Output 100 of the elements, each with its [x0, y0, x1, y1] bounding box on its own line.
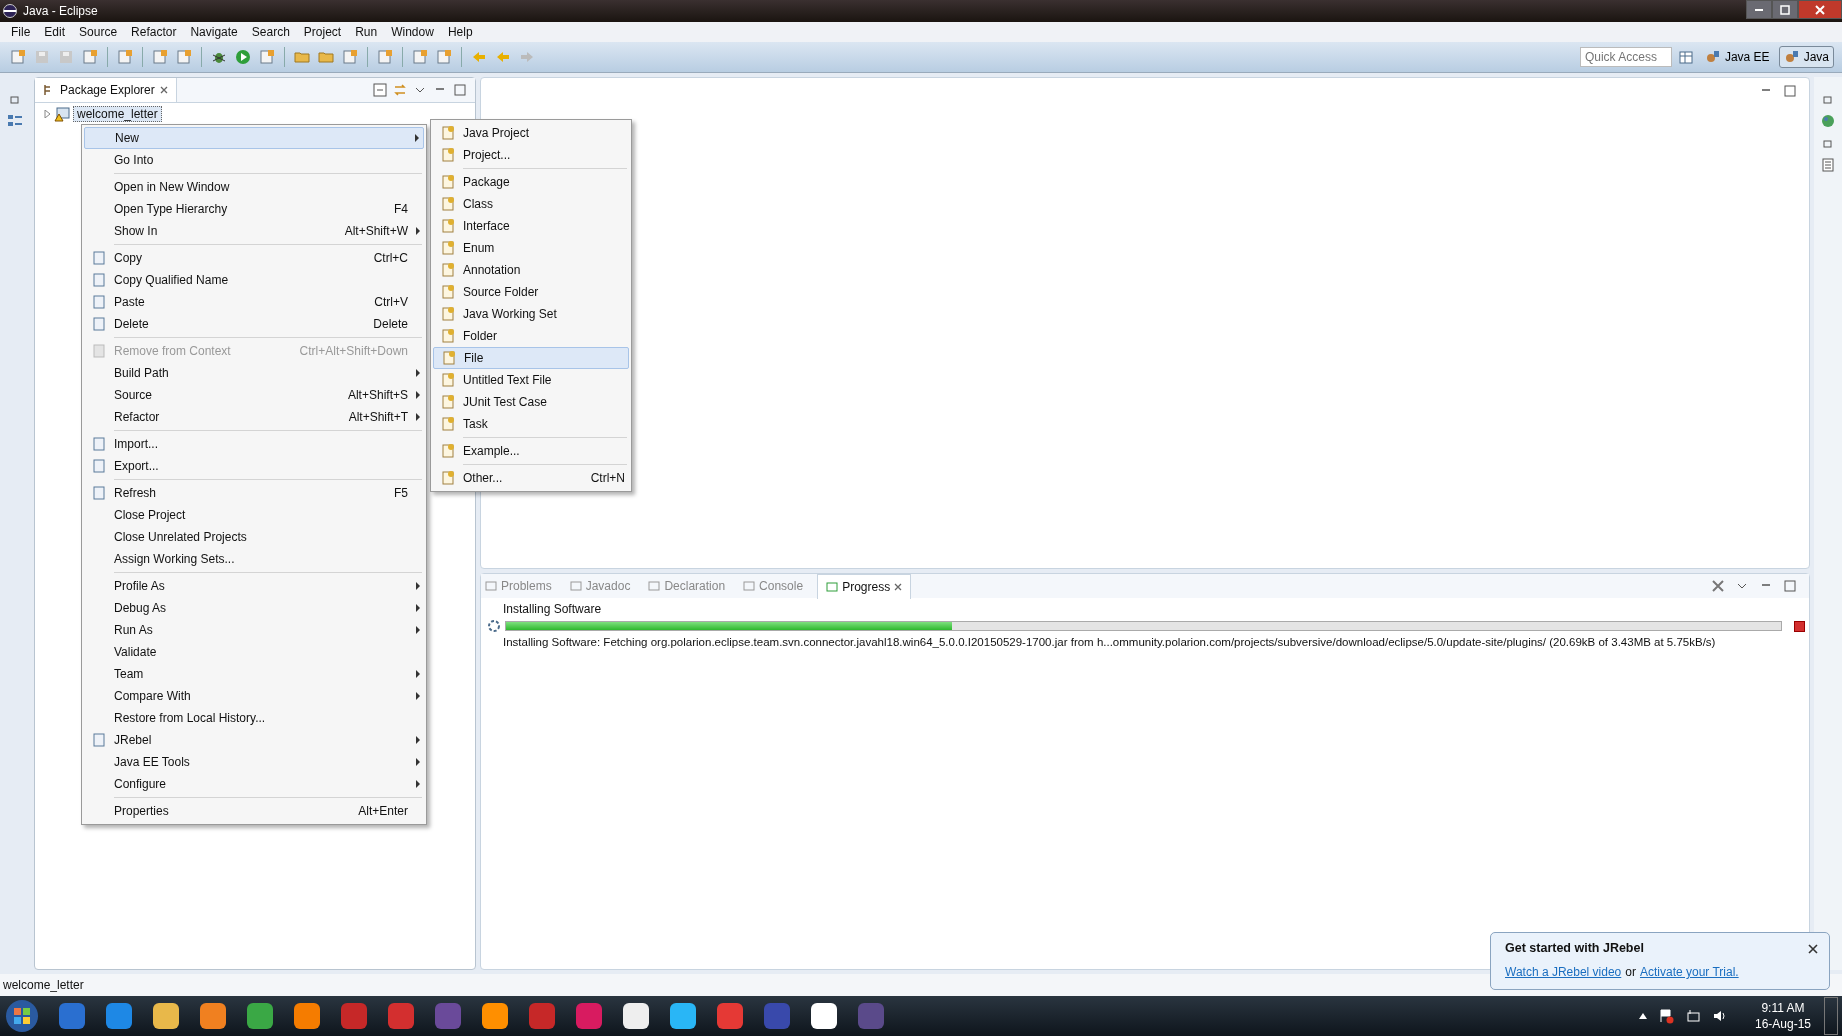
context-menu-item[interactable]: Restore from Local History...	[84, 707, 424, 729]
tree-item[interactable]: welcome_letter	[73, 106, 162, 122]
taskbar-app-icon[interactable]	[668, 1001, 698, 1031]
menu-item[interactable]: Refactor	[124, 25, 184, 39]
context-menu-item[interactable]: Configure	[84, 773, 424, 795]
maximize-view-icon[interactable]	[1783, 579, 1797, 593]
context-menu-item[interactable]: Export...	[84, 455, 424, 477]
submenu-item[interactable]: Untitled Text File	[433, 369, 629, 391]
package-explorer-tab[interactable]: Package Explorer	[35, 78, 177, 102]
taskbar-app-icon[interactable]	[292, 1001, 322, 1031]
taskbar-app-icon[interactable]	[198, 1001, 228, 1031]
context-menu-item[interactable]: Profile As	[84, 575, 424, 597]
open-perspective-icon[interactable]	[1677, 49, 1694, 65]
restore-icon[interactable]	[1822, 137, 1834, 149]
taskbar-app-icon[interactable]	[480, 1001, 510, 1031]
remove-all-icon[interactable]	[1711, 579, 1725, 593]
menu-item[interactable]: Search	[244, 25, 297, 39]
context-menu-item[interactable]: JRebel	[84, 729, 424, 751]
context-menu-item[interactable]: Run As	[84, 619, 424, 641]
submenu-item[interactable]: Other... Ctrl+N	[433, 467, 629, 489]
menu-item[interactable]: Help	[440, 25, 480, 39]
folder-icon[interactable]	[318, 49, 334, 65]
submenu-item[interactable]: Project...	[433, 144, 629, 166]
menu-item[interactable]: Source	[72, 25, 125, 39]
submenu-item[interactable]: Task	[433, 413, 629, 435]
context-menu-item[interactable]: Validate	[84, 641, 424, 663]
network-icon[interactable]	[1684, 1008, 1701, 1024]
notification-link[interactable]: Watch a JRebel video	[1505, 965, 1622, 979]
context-menu-item[interactable]: Refactor Alt+Shift+T	[84, 406, 424, 428]
context-menu-item[interactable]: Paste Ctrl+V	[84, 291, 424, 313]
submenu-item[interactable]: Example...	[433, 440, 629, 462]
link-arrows-icon[interactable]	[393, 83, 407, 97]
flag-icon[interactable]	[1657, 1008, 1674, 1024]
cancel-button[interactable]	[1794, 620, 1805, 632]
context-menu-item[interactable]: Show In Alt+Shift+W	[84, 220, 424, 242]
tool-icon[interactable]	[412, 49, 428, 65]
collapse-all-icon[interactable]	[373, 83, 387, 97]
context-menu-item[interactable]: Properties Alt+Enter	[84, 800, 424, 822]
tool-icon[interactable]	[259, 49, 275, 65]
context-menu-item[interactable]: Refresh F5	[84, 482, 424, 504]
submenu-item[interactable]: Source Folder	[433, 281, 629, 303]
restore-icon[interactable]	[1822, 93, 1834, 105]
tool-icon[interactable]	[117, 49, 133, 65]
context-menu-item[interactable]: Close Project	[84, 504, 424, 526]
tray-arrow-icon[interactable]	[1638, 1013, 1647, 1019]
context-menu-item[interactable]: Team	[84, 663, 424, 685]
context-menu-item[interactable]: Compare With	[84, 685, 424, 707]
tool-icon[interactable]	[82, 49, 98, 65]
quick-access-field[interactable]: Quick Access	[1579, 47, 1672, 67]
maximize-button[interactable]	[1772, 0, 1798, 19]
tool-icon[interactable]	[436, 49, 452, 65]
restore-icon[interactable]	[9, 93, 21, 105]
tool-icon[interactable]	[10, 49, 26, 65]
submenu-item[interactable]: Java Project	[433, 122, 629, 144]
close-icon[interactable]	[159, 86, 168, 94]
expand-arrow-icon[interactable]	[43, 110, 51, 118]
context-menu-item[interactable]: New	[84, 127, 424, 149]
context-menu-item[interactable]: Copy Ctrl+C	[84, 247, 424, 269]
context-menu-item[interactable]: Close Unrelated Projects	[84, 526, 424, 548]
context-menu-item[interactable]: Import...	[84, 433, 424, 455]
menu-item[interactable]: Navigate	[183, 25, 245, 39]
tool-icon[interactable]	[342, 49, 358, 65]
context-menu-item[interactable]: Debug As	[84, 597, 424, 619]
context-menu-item[interactable]: Go Into	[84, 149, 424, 171]
perspective-button[interactable]: Java	[1778, 46, 1834, 68]
maximize-view-icon[interactable]	[1783, 84, 1797, 98]
context-menu-item[interactable]: Open Type Hierarchy F4	[84, 198, 424, 220]
speaker-icon[interactable]	[1711, 1008, 1728, 1024]
document-icon[interactable]	[1820, 157, 1836, 173]
close-icon[interactable]	[894, 582, 903, 591]
tool-icon[interactable]	[152, 49, 168, 65]
maximize-view-icon[interactable]	[453, 83, 467, 97]
context-menu-item[interactable]: Assign Working Sets...	[84, 548, 424, 570]
menu-item[interactable]: Project	[296, 25, 349, 39]
context-menu-item[interactable]: Open in New Window	[84, 176, 424, 198]
submenu-item[interactable]: Class	[433, 193, 629, 215]
context-menu-item[interactable]: Delete Delete	[84, 313, 424, 335]
context-menu-item[interactable]: Java EE Tools	[84, 751, 424, 773]
submenu-item[interactable]: Java Working Set	[433, 303, 629, 325]
notification-link[interactable]: Activate your Trial.	[1639, 965, 1739, 979]
start-button-icon[interactable]	[4, 998, 40, 1034]
outline-icon[interactable]	[7, 113, 23, 129]
submenu-item[interactable]: File	[433, 347, 629, 369]
submenu-item[interactable]: JUnit Test Case	[433, 391, 629, 413]
context-menu-item[interactable]: Copy Qualified Name	[84, 269, 424, 291]
globe-icon[interactable]	[1820, 113, 1836, 129]
view-tab[interactable]: Progress	[817, 573, 912, 599]
taskbar-app-icon[interactable]	[245, 1001, 275, 1031]
context-menu-item[interactable]: Source Alt+Shift+S	[84, 384, 424, 406]
taskbar-app-icon[interactable]	[809, 1001, 839, 1031]
run-icon[interactable]	[235, 49, 251, 65]
submenu-item[interactable]: Folder	[433, 325, 629, 347]
tool-icon[interactable]	[176, 49, 192, 65]
menu-item[interactable]: File	[4, 25, 38, 39]
submenu-item[interactable]: Package	[433, 171, 629, 193]
folder-icon[interactable]	[294, 49, 310, 65]
tool-icon[interactable]	[377, 49, 393, 65]
close-button[interactable]	[1798, 0, 1842, 19]
menu-item[interactable]: Run	[348, 25, 385, 39]
submenu-item[interactable]: Enum	[433, 237, 629, 259]
